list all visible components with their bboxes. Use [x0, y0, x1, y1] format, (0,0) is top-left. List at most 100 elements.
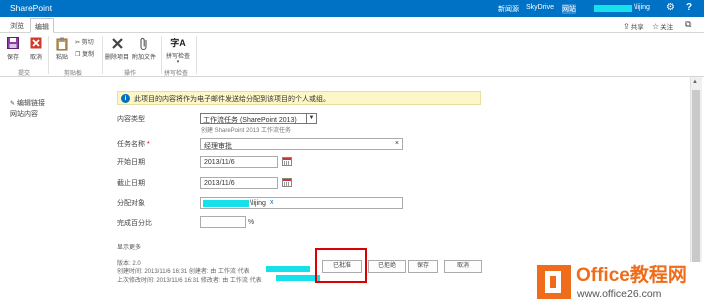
redacted-username [276, 275, 320, 281]
task-name-input[interactable]: 经理审批 × [200, 138, 403, 150]
due-date-label: 截止日期 [117, 180, 145, 187]
floppy-disk-icon [4, 37, 22, 51]
ribbon-separator [161, 36, 162, 74]
suite-link-sites[interactable]: 网站 [562, 4, 576, 14]
gear-icon[interactable]: ⚙ [666, 2, 675, 14]
due-date-value: 2013/11/6 [204, 179, 235, 187]
suite-link-newsfeed[interactable]: 新闻源 [498, 4, 519, 14]
cancel-button[interactable]: 取消 [444, 260, 482, 273]
ribbon-tabs: 浏览 编辑 ⇪共享 ☆关注 ⧉ [0, 17, 704, 33]
delete-item-button[interactable]: 删除项目 [104, 37, 130, 61]
copy-button[interactable]: ❐ 复制 [75, 49, 94, 58]
remove-user-icon[interactable]: x [270, 199, 274, 206]
calendar-icon[interactable] [282, 157, 292, 166]
focus-on-content-icon[interactable]: ⧉ [685, 19, 691, 30]
suite-link-skydrive[interactable]: SkyDrive [526, 4, 554, 11]
edit-links[interactable]: ✎ 编辑链接 [10, 98, 45, 108]
copy-icon: ❐ [75, 52, 81, 58]
tab-edit[interactable]: 编辑 [30, 18, 54, 33]
save-ribbon-label: 保存 [6, 55, 19, 61]
task-name-label: 任务名称 * [117, 139, 150, 149]
spelling-check-button[interactable]: 字A 拼写检查 ▾ [163, 36, 193, 65]
start-date-label: 开始日期 [117, 159, 145, 166]
chevron-down-icon: ▼ [306, 114, 316, 123]
office-logo-icon [537, 265, 571, 299]
watermark-url: www.office26.com [577, 288, 662, 300]
cut-button[interactable]: ✂ 剪切 [75, 37, 94, 46]
attach-file-button[interactable]: 附加文件 [131, 37, 157, 61]
follow-label: 关注 [660, 24, 674, 31]
content-type-hint: 创建 SharePoint 2013 工作流任务 [201, 128, 292, 134]
reject-button[interactable]: 已拒绝 [368, 260, 406, 273]
sharepoint-brand[interactable]: SharePoint [10, 3, 52, 13]
scissors-icon: ✂ [75, 40, 81, 46]
group-label-clipboard: 剪贴板 [64, 71, 83, 77]
watermark-title: Office教程网 [576, 265, 687, 286]
created-info: 创建时间: 2013/11/6 16:31 创建者: 由 工作流 代表 [117, 269, 250, 275]
share-label: 共享 [630, 24, 644, 31]
delete-x-icon [104, 37, 130, 51]
content-type-label: 内容类型 [117, 116, 145, 123]
ribbon: 保存 取消 提交 粘贴 ✂ 剪切 ❐ 复制 剪贴板 删除项目 附加文件 操作 字… [0, 33, 704, 77]
content-type-value: 工作流任务 (SharePoint 2013) [203, 117, 297, 124]
tab-browse[interactable]: 浏览 [6, 20, 28, 32]
paperclip-icon [131, 37, 157, 51]
clear-icon[interactable]: × [395, 140, 399, 147]
info-icon: i [121, 94, 130, 103]
assigned-user-name: \lijing [250, 199, 266, 207]
edit-links-label: 编辑链接 [16, 100, 45, 107]
site-contents-link[interactable]: 网站内容 [10, 109, 38, 119]
delete-item-label: 删除项目 [104, 55, 129, 61]
content-type-select[interactable]: 工作流任务 (SharePoint 2013) ▼ [200, 113, 317, 124]
task-name-value: 经理审批 [204, 142, 232, 150]
share-button[interactable]: ⇪共享 [623, 21, 644, 31]
paste-ribbon-button[interactable]: 粘贴 [53, 37, 71, 61]
percent-complete-input[interactable] [200, 216, 246, 228]
chevron-down-icon: ▾ [176, 59, 180, 65]
follow-button[interactable]: ☆关注 [652, 21, 673, 31]
copy-label: 复制 [82, 52, 95, 58]
watermark: Office教程网 www.office26.com [535, 262, 704, 305]
assigned-to-label: 分配对象 [117, 200, 145, 207]
show-more-link[interactable]: 显示更多 [117, 242, 141, 251]
task-name-label-text: 任务名称 [117, 141, 145, 148]
paste-ribbon-label: 粘贴 [55, 55, 68, 61]
share-icon: ⇪ [623, 22, 630, 31]
star-icon: ☆ [652, 22, 660, 31]
attach-file-label: 附加文件 [131, 55, 156, 61]
assigned-to-input[interactable]: \lijing x [200, 197, 403, 209]
group-label-spelling: 拼写检查 [164, 71, 189, 77]
cancel-x-icon [27, 37, 45, 51]
help-icon[interactable]: ? [686, 2, 692, 14]
redacted-username [594, 5, 632, 12]
scroll-up-arrow-icon[interactable]: ▲ [692, 79, 698, 85]
email-notice: i 此项目的内容将作为电子邮件发送给分配到该项目的个人或组。 [117, 91, 481, 105]
due-date-input[interactable]: 2013/11/6 [200, 177, 278, 189]
suite-bar: SharePoint 新闻源 SkyDrive 网站 \lijing ⚙ ? [0, 0, 704, 17]
group-label-actions: 操作 [124, 71, 137, 77]
pencil-icon: ✎ [10, 101, 16, 107]
notice-text: 此项目的内容将作为电子邮件发送给分配到该项目的个人或组。 [134, 96, 330, 103]
cancel-ribbon-label: 取消 [29, 55, 42, 61]
calendar-icon[interactable] [282, 178, 292, 187]
start-date-value: 2013/11/6 [204, 158, 235, 166]
required-marker: * [146, 141, 150, 148]
redacted-username [266, 266, 310, 272]
ribbon-separator [48, 36, 49, 74]
modified-info: 上次修改时间: 2013/11/6 16:31 修改者: 由 工作流 代表 [117, 278, 262, 284]
ribbon-separator [102, 36, 103, 74]
cancel-ribbon-button[interactable]: 取消 [27, 37, 45, 61]
highlight-box [315, 248, 367, 283]
redacted-username [203, 200, 249, 207]
percent-complete-label: 完成百分比 [117, 220, 152, 227]
save-ribbon-button[interactable]: 保存 [4, 37, 22, 61]
percent-unit: % [248, 219, 255, 226]
group-label-commit: 提交 [18, 71, 31, 77]
cut-label: 剪切 [81, 40, 94, 46]
user-name: \lijing [634, 4, 650, 11]
clipboard-icon [53, 37, 71, 51]
start-date-input[interactable]: 2013/11/6 [200, 156, 278, 168]
spelling-icon: 字A [170, 38, 186, 48]
ribbon-separator [196, 36, 197, 74]
save-button[interactable]: 保存 [408, 260, 438, 273]
